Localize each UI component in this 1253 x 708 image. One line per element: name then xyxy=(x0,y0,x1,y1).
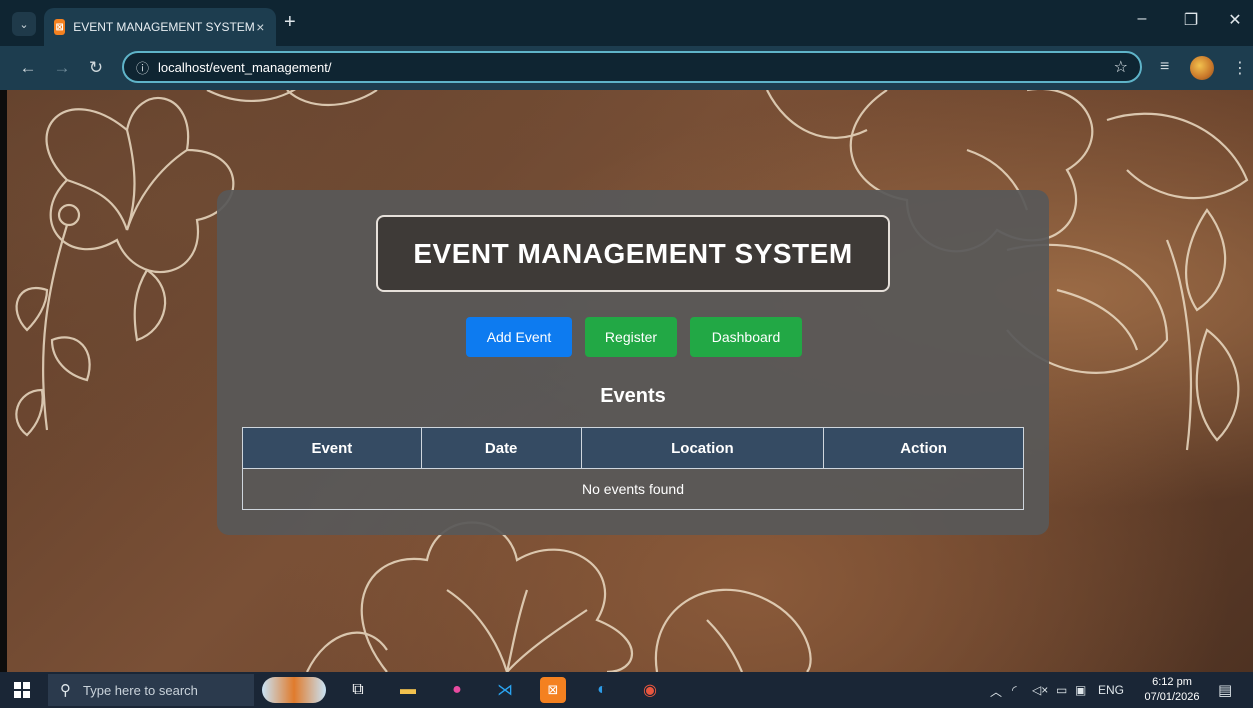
back-icon[interactable]: ← xyxy=(18,58,38,78)
taskbar-search-box[interactable]: ⚲ Type here to search xyxy=(48,674,254,706)
page-title-box: EVENT MANAGEMENT SYSTEM xyxy=(376,215,890,292)
meet-now-icon[interactable]: ▣ xyxy=(1075,683,1086,697)
volume-icon[interactable]: ◁× xyxy=(1032,683,1048,697)
column-header-event: Event xyxy=(242,427,422,469)
weather-widget-icon[interactable] xyxy=(262,677,326,703)
network-icon[interactable]: ◜ xyxy=(1012,683,1017,697)
events-table: Event Date Location Action No events fou… xyxy=(242,427,1024,510)
restore-button[interactable]: ❐ xyxy=(1176,10,1206,30)
column-header-date: Date xyxy=(420,427,582,469)
taskbar-clock[interactable]: 6:12 pm 07/01/2026 xyxy=(1142,675,1202,705)
search-icon: ⚲ xyxy=(60,682,71,699)
table-row: No events found xyxy=(242,468,1024,510)
paint-app-icon[interactable]: ● xyxy=(444,677,470,703)
windows-taskbar: ⚲ Type here to search ⧉ ▬ ● ⋊ ⊠ ◐ ◉ ︿ ◜ … xyxy=(0,672,1253,708)
language-indicator[interactable]: ENG xyxy=(1098,683,1124,697)
tray-overflow-icon[interactable]: ︿ xyxy=(990,683,1002,700)
register-button[interactable]: Register xyxy=(585,317,677,357)
browser-tab-bar: ⌄ ⊠ EVENT MANAGEMENT SYSTEM × + – ❐ ✕ xyxy=(0,0,1253,46)
task-view-icon[interactable]: ⧉ xyxy=(345,677,371,703)
file-explorer-icon[interactable]: ▬ xyxy=(395,677,421,703)
site-info-icon[interactable]: ⓘ xyxy=(136,58,158,77)
browser-tab[interactable]: ⊠ EVENT MANAGEMENT SYSTEM × xyxy=(44,8,276,46)
page-title: EVENT MANAGEMENT SYSTEM xyxy=(413,237,853,269)
bookmark-star-icon[interactable]: ☆ xyxy=(1114,57,1128,77)
browser-toolbar: ← → ↻ ⓘ localhost/event_management/ ☆ ≡ … xyxy=(0,46,1253,90)
profile-avatar[interactable] xyxy=(1190,56,1214,80)
reload-icon[interactable]: ↻ xyxy=(86,58,106,78)
menu-kebab-icon[interactable]: ⋮ xyxy=(1232,58,1248,78)
column-header-action: Action xyxy=(823,427,1024,469)
edge-icon[interactable]: ◐ xyxy=(589,677,615,703)
vscode-icon[interactable]: ⋊ xyxy=(492,677,518,703)
address-bar[interactable]: ⓘ localhost/event_management/ ☆ xyxy=(122,51,1142,83)
notification-icon[interactable]: ▤ xyxy=(1218,681,1232,699)
url-text[interactable]: localhost/event_management/ xyxy=(158,60,1114,75)
reading-list-icon[interactable]: ≡ xyxy=(1160,58,1169,76)
xampp-taskbar-icon[interactable]: ⊠ xyxy=(540,677,566,703)
events-heading: Events xyxy=(600,385,666,407)
close-window-button[interactable]: ✕ xyxy=(1220,10,1250,30)
minimize-button[interactable]: – xyxy=(1127,10,1157,28)
dashboard-button[interactable]: Dashboard xyxy=(690,317,802,357)
battery-icon[interactable]: ▭ xyxy=(1056,683,1067,697)
empty-table-message: No events found xyxy=(242,468,1024,510)
page-viewport: EVENT MANAGEMENT SYSTEM Add Event Regist… xyxy=(7,90,1253,672)
tab-close-icon[interactable]: × xyxy=(255,19,266,35)
clock-time: 6:12 pm xyxy=(1152,676,1192,688)
new-tab-button[interactable]: + xyxy=(284,12,296,32)
tab-search-icon[interactable]: ⌄ xyxy=(12,12,36,36)
add-event-button[interactable]: Add Event xyxy=(466,317,572,357)
tab-title: EVENT MANAGEMENT SYSTEM xyxy=(73,20,255,34)
forward-icon[interactable]: → xyxy=(52,58,72,78)
chrome-icon[interactable]: ◉ xyxy=(637,677,663,703)
clock-date: 07/01/2026 xyxy=(1144,691,1200,703)
table-header-row: Event Date Location Action xyxy=(242,427,1024,469)
taskbar-search-placeholder: Type here to search xyxy=(83,682,198,698)
xampp-icon: ⊠ xyxy=(54,19,66,35)
windows-start-icon[interactable] xyxy=(14,682,30,698)
column-header-location: Location xyxy=(580,427,825,469)
main-card: EVENT MANAGEMENT SYSTEM Add Event Regist… xyxy=(217,190,1049,535)
